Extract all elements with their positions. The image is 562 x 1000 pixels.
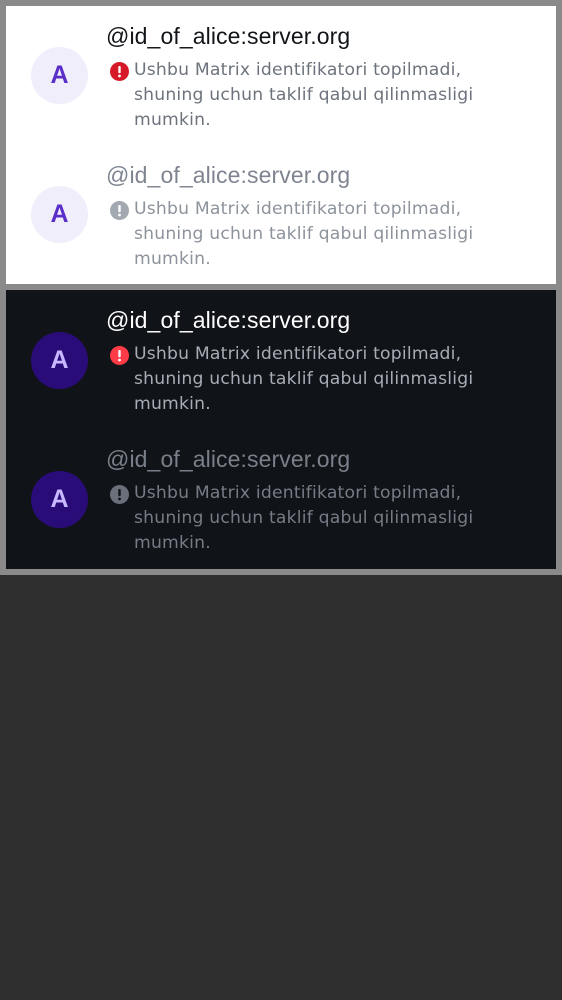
light-theme-frame: A @id_of_alice:server.org Ushbu Matrix i… xyxy=(0,0,562,290)
error-icon xyxy=(110,346,129,365)
avatar-initial: A xyxy=(50,485,69,513)
error-icon xyxy=(110,62,129,81)
dark-theme-panel: A @id_of_alice:server.org Ushbu Matrix i… xyxy=(6,290,556,569)
list-item[interactable]: A @id_of_alice:server.org Ushbu Matrix i… xyxy=(6,429,556,568)
avatar: A xyxy=(31,47,88,104)
user-id: @id_of_alice:server.org xyxy=(106,307,351,333)
dark-theme-frame: A @id_of_alice:server.org Ushbu Matrix i… xyxy=(0,284,562,575)
light-theme-panel: A @id_of_alice:server.org Ushbu Matrix i… xyxy=(6,6,556,284)
avatar-initial: A xyxy=(50,200,69,228)
avatar-initial: A xyxy=(50,61,69,89)
list-item[interactable]: A @id_of_alice:server.org Ushbu Matrix i… xyxy=(6,290,556,429)
warning-message: Ushbu Matrix identifikatori topilmadi, s… xyxy=(134,60,474,130)
avatar: A xyxy=(31,471,88,528)
user-id: @id_of_alice:server.org xyxy=(106,446,351,472)
warning-message: Ushbu Matrix identifikatori topilmadi, s… xyxy=(134,344,474,414)
error-icon xyxy=(110,485,129,504)
list-item[interactable]: A @id_of_alice:server.org Ushbu Matrix i… xyxy=(6,6,556,145)
user-id: @id_of_alice:server.org xyxy=(106,23,351,49)
avatar: A xyxy=(31,186,88,243)
warning-message: Ushbu Matrix identifikatori topilmadi, s… xyxy=(134,483,474,553)
avatar: A xyxy=(31,332,88,389)
warning-message: Ushbu Matrix identifikatori topilmadi, s… xyxy=(134,199,474,269)
avatar-initial: A xyxy=(50,346,69,374)
user-id: @id_of_alice:server.org xyxy=(106,162,351,188)
list-item[interactable]: A @id_of_alice:server.org Ushbu Matrix i… xyxy=(6,145,556,284)
error-icon xyxy=(110,201,129,220)
